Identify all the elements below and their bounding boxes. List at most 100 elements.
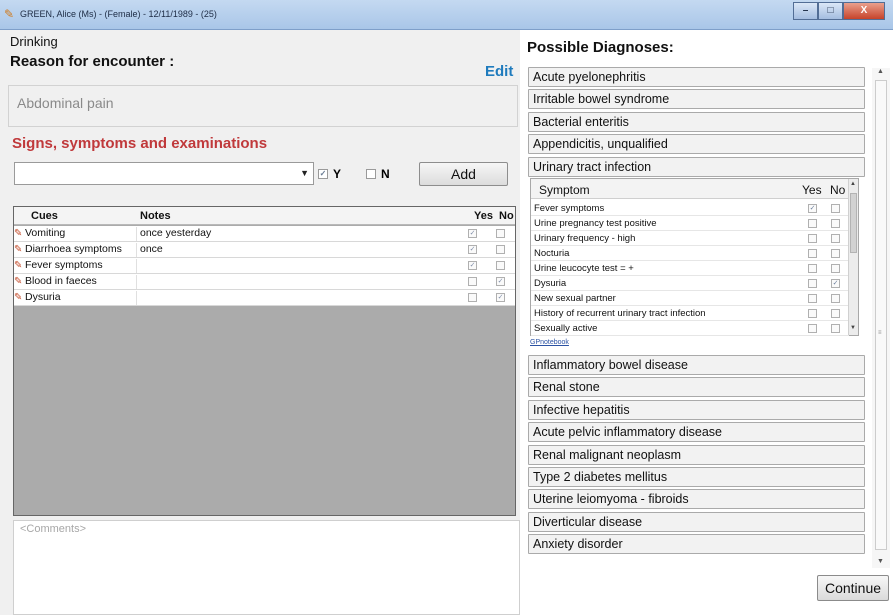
no-checkbox[interactable]: [831, 234, 840, 243]
diagnosis-item[interactable]: Urinary tract infection: [528, 156, 865, 177]
diagnosis-item[interactable]: Acute pyelonephritis: [528, 67, 865, 87]
symptom-label: History of recurrent urinary tract infec…: [534, 308, 706, 319]
yes-checkbox[interactable]: ✓: [318, 169, 328, 179]
window-controls: – □ X: [793, 2, 885, 20]
pencil-icon[interactable]: ✎: [14, 291, 24, 304]
diagnosis-item[interactable]: Uterine leiomyoma - fibroids: [528, 489, 865, 510]
diagnosis-item[interactable]: Anxiety disorder: [528, 534, 865, 555]
symptom-combobox[interactable]: ▼: [14, 162, 314, 185]
diagnosis-item[interactable]: Acute pelvic inflammatory disease: [528, 422, 865, 443]
symptom-row[interactable]: Sexually active: [531, 321, 849, 336]
no-checkbox[interactable]: ✓: [496, 293, 505, 302]
minimize-button[interactable]: –: [793, 2, 818, 20]
symptom-scrollbar[interactable]: ▲ ▼: [848, 179, 858, 335]
yes-checkbox[interactable]: [808, 234, 817, 243]
yes-option[interactable]: ✓ Y: [318, 167, 341, 181]
no-checkbox[interactable]: [831, 309, 840, 318]
no-checkbox[interactable]: [831, 264, 840, 273]
no-checkbox[interactable]: [496, 245, 505, 254]
comments-placeholder: <Comments>: [20, 523, 87, 535]
cue-cell: Diarrhoea symptoms: [25, 243, 137, 257]
comments-field[interactable]: <Comments>: [13, 520, 520, 615]
diagnosis-item[interactable]: Irritable bowel syndrome: [528, 89, 865, 110]
diagnoses-scroll-thumb[interactable]: [875, 80, 887, 550]
yes-checkbox[interactable]: [808, 294, 817, 303]
cues-header[interactable]: Cues: [31, 210, 58, 222]
no-checkbox[interactable]: ✓: [496, 277, 505, 286]
diagnosis-item[interactable]: Inflammatory bowel disease: [528, 355, 865, 375]
symptom-column-header: Symptom: [539, 183, 590, 197]
cues-grid: Cues Notes Yes No ✎ Vomiting once yesterda…: [13, 206, 516, 516]
scroll-up-icon[interactable]: ▲: [850, 181, 856, 187]
no-option-label: N: [381, 167, 390, 181]
yes-checkbox[interactable]: ✓: [468, 245, 477, 254]
no-checkbox[interactable]: [366, 169, 376, 179]
yes-checkbox[interactable]: ✓: [808, 204, 817, 213]
diagnosis-item[interactable]: Bacterial enteritis: [528, 111, 865, 132]
edit-link[interactable]: Edit: [485, 63, 513, 80]
diagnosis-item[interactable]: Renal malignant neoplasm: [528, 444, 865, 465]
note-cell[interactable]: once yesterday: [140, 227, 460, 239]
no-checkbox[interactable]: [831, 204, 840, 213]
gpnotebook-link[interactable]: GPnotebook: [530, 339, 569, 346]
close-button[interactable]: X: [843, 2, 885, 20]
symptom-label: Nocturia: [534, 248, 570, 259]
yes-checkbox[interactable]: [808, 249, 817, 258]
symptom-row[interactable]: Urinary frequency - high: [531, 231, 849, 246]
chevron-down-icon[interactable]: ▼: [300, 168, 309, 178]
yes-checkbox[interactable]: [808, 309, 817, 318]
table-row[interactable]: ✎ Fever symptoms ✓: [14, 258, 515, 274]
symptom-row[interactable]: Urine pregnancy test positive: [531, 216, 849, 231]
pencil-icon[interactable]: ✎: [14, 259, 24, 272]
continue-button[interactable]: Continue: [817, 575, 889, 601]
no-checkbox[interactable]: [831, 324, 840, 333]
no-checkbox[interactable]: [496, 261, 505, 270]
no-checkbox[interactable]: [496, 229, 505, 238]
notes-header[interactable]: Notes: [140, 210, 171, 222]
no-checkbox[interactable]: [831, 249, 840, 258]
yes-checkbox[interactable]: ✓: [468, 229, 477, 238]
diagnosis-item[interactable]: Type 2 diabetes mellitus: [528, 467, 865, 487]
no-checkbox[interactable]: ✓: [831, 279, 840, 288]
cue-cell: Fever symptoms: [25, 259, 137, 273]
symptom-row[interactable]: History of recurrent urinary tract infec…: [531, 306, 849, 321]
table-row[interactable]: ✎ Blood in faeces ✓: [14, 274, 515, 290]
pencil-icon[interactable]: ✎: [14, 227, 24, 240]
symptom-row[interactable]: Dysuria ✓: [531, 276, 849, 291]
yes-checkbox[interactable]: [808, 219, 817, 228]
yes-checkbox[interactable]: [808, 324, 817, 333]
no-checkbox[interactable]: [831, 294, 840, 303]
scroll-up-icon[interactable]: ▲: [877, 68, 884, 75]
no-header[interactable]: No: [499, 210, 514, 222]
diagnosis-item[interactable]: Renal stone: [528, 377, 865, 398]
pencil-icon[interactable]: ✎: [14, 243, 24, 256]
diagnosis-item[interactable]: Appendicitis, unqualified: [528, 134, 865, 155]
diagnosis-item[interactable]: Infective hepatitis: [528, 399, 865, 420]
note-cell[interactable]: once: [140, 243, 460, 255]
yes-checkbox[interactable]: [808, 264, 817, 273]
scroll-down-icon[interactable]: ▼: [877, 558, 884, 565]
maximize-button[interactable]: □: [818, 2, 843, 20]
no-checkbox[interactable]: [831, 219, 840, 228]
diagnosis-item[interactable]: Diverticular disease: [528, 511, 865, 532]
pencil-icon[interactable]: ✎: [14, 275, 24, 288]
symptom-scroll-thumb[interactable]: [850, 193, 857, 253]
yes-checkbox[interactable]: ✓: [468, 261, 477, 270]
table-row[interactable]: ✎ Dysuria ✓: [14, 290, 515, 306]
no-option[interactable]: N: [366, 167, 390, 181]
yes-checkbox[interactable]: [808, 279, 817, 288]
symptom-row[interactable]: New sexual partner: [531, 291, 849, 306]
symptom-row[interactable]: Fever symptoms ✓: [531, 201, 849, 216]
yes-header[interactable]: Yes: [474, 210, 493, 222]
symptom-row[interactable]: Nocturia: [531, 246, 849, 261]
signs-title: Signs, symptoms and examinations: [12, 135, 268, 152]
add-button[interactable]: Add: [419, 162, 508, 186]
yes-checkbox[interactable]: [468, 277, 477, 286]
yes-option-label: Y: [333, 167, 342, 181]
yes-checkbox[interactable]: [468, 293, 477, 302]
table-row[interactable]: ✎ Vomiting once yesterday ✓: [14, 226, 515, 242]
symptom-row[interactable]: Urine leucocyte test = +: [531, 261, 849, 276]
diagnoses-scrollbar[interactable]: ▲ ≡ ▼: [872, 68, 890, 568]
table-row[interactable]: ✎ Diarrhoea symptoms once ✓: [14, 242, 515, 258]
scroll-down-icon[interactable]: ▼: [850, 325, 856, 331]
